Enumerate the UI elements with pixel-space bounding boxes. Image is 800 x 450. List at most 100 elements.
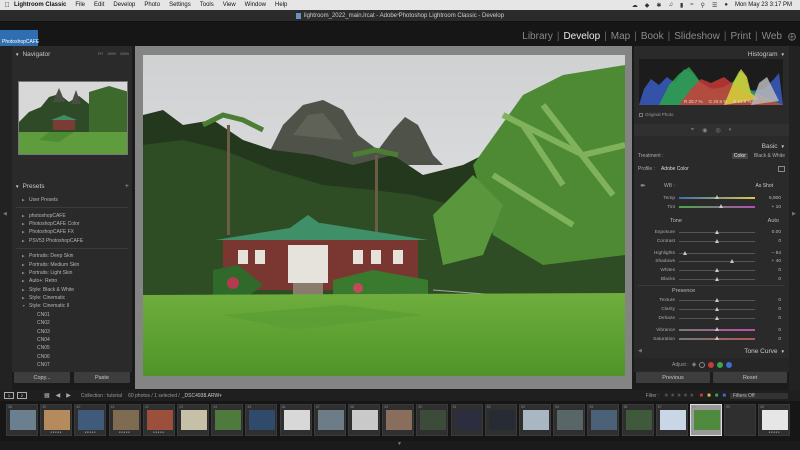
treatment-bw[interactable]: Black & White bbox=[754, 153, 785, 159]
dehaze-slider[interactable]: Dehaze 0 bbox=[634, 314, 789, 322]
saturation-slider[interactable]: Saturation 0 bbox=[634, 335, 789, 343]
filename[interactable]: _DSC4938.ARW bbox=[182, 393, 219, 399]
left-panel-toggle-icon[interactable]: ◀ bbox=[3, 211, 7, 217]
preset-item[interactable]: CN05 bbox=[12, 344, 132, 352]
filmstrip-thumbnail[interactable]: 57 bbox=[655, 404, 688, 436]
profile-browser-icon[interactable] bbox=[778, 166, 785, 172]
masking-icon[interactable]: ◐ bbox=[729, 127, 733, 133]
red-dot[interactable] bbox=[708, 361, 715, 368]
tint-slider[interactable]: Tint + 10 bbox=[634, 203, 789, 211]
collapse-filmstrip-icon[interactable]: ▼ bbox=[397, 441, 402, 447]
module-book[interactable]: Book bbox=[641, 31, 664, 42]
slider-knob[interactable] bbox=[683, 250, 688, 255]
filmstrip-thumbnail[interactable]: 41 ●●●●● bbox=[108, 404, 141, 436]
all-colors-dot[interactable] bbox=[699, 361, 706, 368]
forward-arrow-icon[interactable]: ▶ bbox=[66, 392, 71, 399]
module-map[interactable]: Map bbox=[611, 31, 630, 42]
navigator-preview[interactable] bbox=[18, 81, 128, 155]
dropbox-icon[interactable]: ◆ bbox=[645, 2, 650, 9]
left-panel-toggle-strip[interactable]: ◀ bbox=[0, 46, 12, 390]
preset-group[interactable]: ▶ User Presets bbox=[12, 196, 132, 204]
right-panel-toggle-icon[interactable]: ▶ bbox=[792, 211, 796, 217]
panel-switch-icon[interactable]: ◀ bbox=[638, 348, 642, 354]
green-dot[interactable] bbox=[717, 361, 724, 368]
preset-item[interactable]: CN03 bbox=[12, 327, 132, 335]
color-wheel-icon[interactable]: ◈ bbox=[692, 361, 697, 368]
preset-group[interactable]: ▶ Style: Cinematic bbox=[12, 294, 132, 302]
slider-knob[interactable] bbox=[715, 229, 719, 234]
filmstrip-thumbnail[interactable]: 39 ●●●●● bbox=[40, 404, 73, 436]
color-filter-yellow[interactable]: ■ bbox=[707, 393, 711, 399]
profile-select[interactable]: Adobe Color bbox=[661, 166, 689, 172]
filmstrip-thumbnail[interactable]: 38 bbox=[6, 404, 38, 436]
filmstrip-thumbnail[interactable]: 58 bbox=[690, 404, 722, 436]
search-icon[interactable]: ⚲ bbox=[701, 2, 705, 9]
vibrance-slider[interactable]: Vibrance 0 bbox=[634, 326, 789, 334]
wb-select[interactable]: As Shot bbox=[755, 183, 773, 189]
module-develop[interactable]: Develop bbox=[563, 31, 600, 42]
filmstrip-thumbnail[interactable]: 50 bbox=[416, 404, 449, 436]
module-print[interactable]: Print bbox=[730, 31, 751, 42]
exposure-slider[interactable]: Exposure 0.00 bbox=[634, 228, 789, 236]
menu-window[interactable]: Window bbox=[245, 2, 266, 8]
menu-view[interactable]: View bbox=[223, 2, 236, 8]
right-panel-toggle-strip[interactable]: ▶ bbox=[789, 46, 800, 390]
slider-knob[interactable] bbox=[715, 267, 719, 272]
filename-dropdown-icon[interactable]: ▾ bbox=[219, 393, 222, 399]
filmstrip-thumbnail[interactable]: 47 bbox=[313, 404, 346, 436]
spot-removal-icon[interactable]: ◉ bbox=[702, 127, 707, 134]
preset-group[interactable]: ▶ Auto+: Retro bbox=[12, 277, 132, 285]
collection-label[interactable]: Collection : tutorial bbox=[81, 393, 122, 399]
filmstrip-thumbnail[interactable]: 60 ●●●●● bbox=[758, 404, 791, 436]
menu-develop[interactable]: Develop bbox=[113, 2, 135, 8]
slider-knob[interactable] bbox=[715, 276, 719, 281]
slider-knob[interactable] bbox=[715, 336, 719, 340]
color-filter-green[interactable]: ■ bbox=[715, 393, 719, 399]
blacks-slider[interactable]: Blacks 0 bbox=[634, 275, 789, 283]
more-modules-icon[interactable]: ⨁ bbox=[788, 32, 796, 41]
slider-knob[interactable] bbox=[715, 297, 719, 302]
collapse-top-panel-icon[interactable]: ▲ bbox=[396, 11, 400, 16]
preset-item[interactable]: CN06 bbox=[12, 353, 132, 361]
preset-group[interactable]: ▶ Portraits: Deep Skin bbox=[12, 252, 132, 260]
grid-view-icon[interactable]: ▦ bbox=[44, 392, 50, 399]
copy-button[interactable]: Copy... bbox=[14, 372, 70, 383]
menu-tools[interactable]: Tools bbox=[200, 2, 214, 8]
preset-group[interactable]: ▶ PhotoshopCAFE Color bbox=[12, 220, 132, 228]
red-eye-icon[interactable]: ◎ bbox=[715, 127, 720, 134]
original-photo-checkbox[interactable] bbox=[639, 112, 643, 117]
rating-filter-stars[interactable]: ★★★★★ bbox=[664, 392, 696, 399]
slider-knob[interactable] bbox=[715, 306, 719, 311]
filmstrip-thumbnail[interactable]: 49 bbox=[382, 404, 415, 436]
eyedropper-icon[interactable]: ✒ bbox=[638, 182, 648, 190]
preset-item[interactable]: CN07 bbox=[12, 361, 132, 369]
preset-group[interactable]: ▶ Portraits: Light Skin bbox=[12, 269, 132, 277]
filmstrip-thumbnail[interactable]: 45 bbox=[245, 404, 278, 436]
wifi-icon[interactable]: ≈ bbox=[690, 2, 693, 8]
battery-icon[interactable]: ▮ bbox=[680, 2, 683, 9]
preset-item[interactable]: CN04 bbox=[12, 336, 132, 344]
highlights-slider[interactable]: Highlights − 84 bbox=[634, 249, 789, 257]
bluetooth-icon[interactable]: ✱ bbox=[656, 2, 661, 9]
clock[interactable]: Mon May 23 3:17 PM bbox=[735, 2, 792, 8]
menu-lightroom[interactable]: Lightroom Classic bbox=[14, 2, 66, 8]
slider-knob[interactable] bbox=[715, 238, 719, 243]
tone-curve-header[interactable]: ◀ Tone Curve ▼ bbox=[634, 346, 789, 356]
auto-tone-button[interactable]: Auto bbox=[768, 218, 779, 224]
image-canvas[interactable] bbox=[135, 46, 632, 389]
slider-knob[interactable] bbox=[730, 258, 735, 263]
reset-button[interactable]: Reset bbox=[713, 372, 787, 383]
filmstrip-thumbnail[interactable]: 43 bbox=[177, 404, 209, 436]
filmstrip-thumbnail[interactable]: 52 bbox=[484, 404, 517, 436]
creative-cloud-icon[interactable]: ☁ bbox=[632, 2, 638, 9]
zoom-fit[interactable]: FIT bbox=[98, 52, 103, 56]
filmstrip-thumbnail[interactable]: 55 bbox=[587, 404, 620, 436]
paste-button[interactable]: Paste bbox=[74, 372, 130, 383]
back-arrow-icon[interactable]: ◀ bbox=[56, 392, 61, 399]
filmstrip-thumbnail[interactable]: 40 ●●●●● bbox=[74, 404, 107, 436]
siri-icon[interactable]: ● bbox=[724, 2, 728, 8]
texture-slider[interactable]: Texture 0 bbox=[634, 296, 789, 304]
color-filter-red[interactable]: ■ bbox=[700, 393, 704, 399]
basic-header[interactable]: Basic ▼ bbox=[634, 141, 789, 151]
module-library[interactable]: Library bbox=[522, 31, 553, 42]
